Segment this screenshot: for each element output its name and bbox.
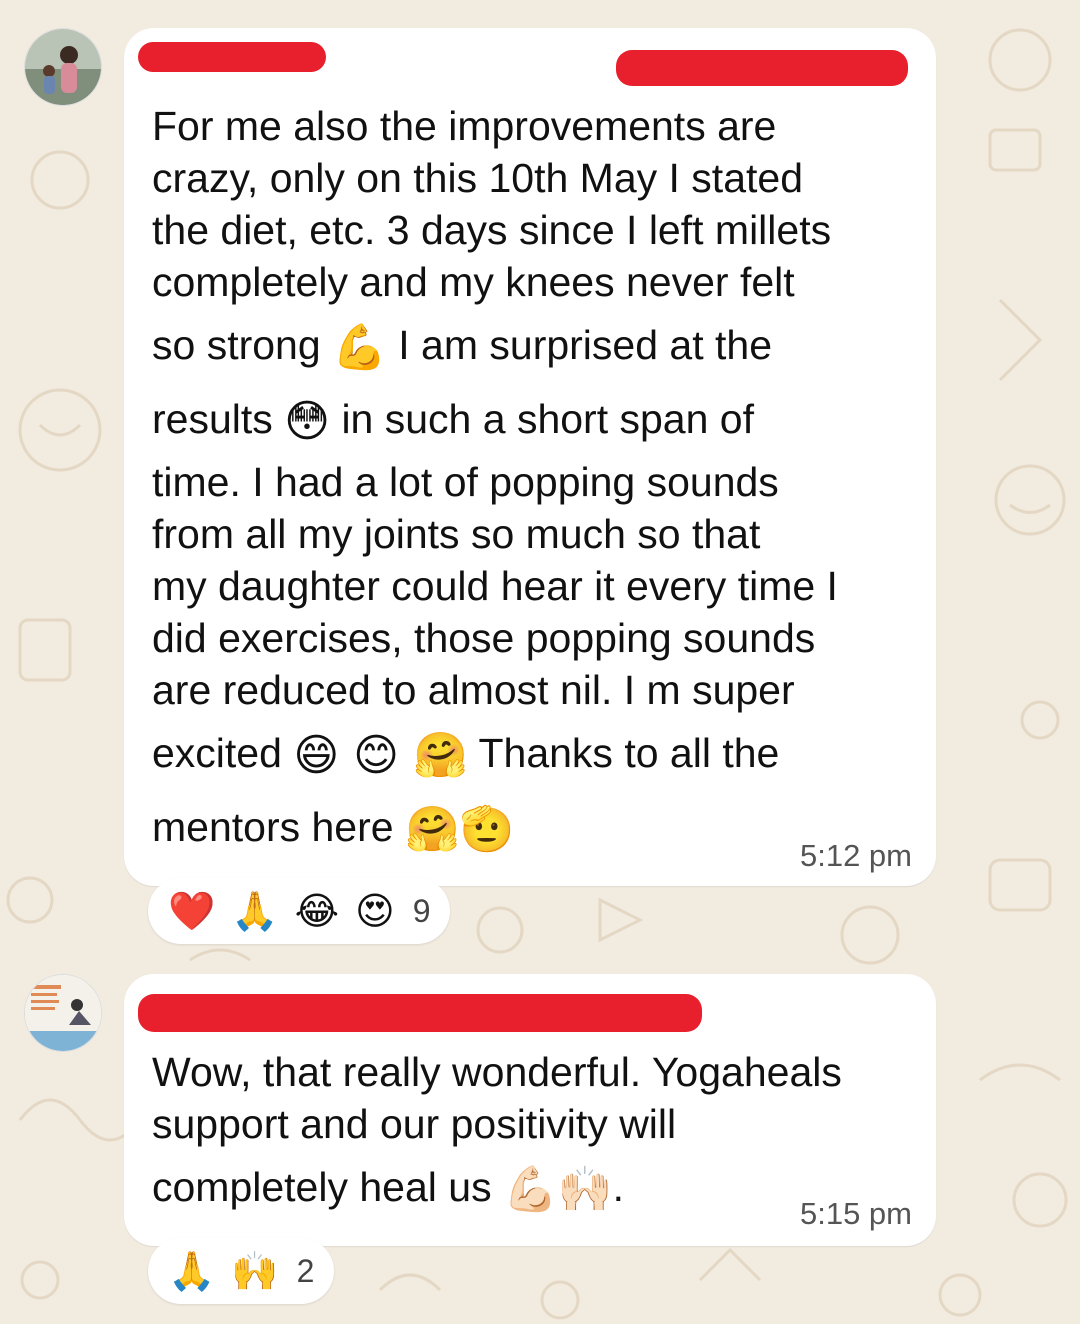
heart-eyes-reaction-icon: 😍 — [355, 889, 395, 933]
text-line: did exercises, those popping sounds — [152, 615, 816, 661]
sender-avatar[interactable] — [24, 28, 102, 106]
message-bubble[interactable]: For me also the improvements are crazy, … — [124, 28, 936, 886]
reactions-bar[interactable]: 🙏 🙌 2 — [148, 1238, 335, 1304]
flushed-face-emoji: 😳 — [284, 396, 331, 448]
tears-of-joy-reaction-icon: 😂 — [294, 889, 340, 933]
text-line: results 😳 in such a short span of — [152, 396, 754, 448]
text-line: For me also the improvements are — [152, 103, 777, 149]
redacted-sender-name — [138, 994, 702, 1032]
hugging-salute-emoji: 🤗🫡 — [404, 804, 515, 856]
text-line: time. I had a lot of popping sounds — [152, 459, 779, 505]
message-timestamp: 5:12 pm — [799, 838, 912, 873]
text-line: completely and my knees never felt — [152, 259, 795, 305]
text-line: support and our positivity will — [152, 1101, 677, 1147]
reaction-count: 9 — [412, 892, 431, 929]
avatar-photo — [25, 29, 101, 105]
message-bubble[interactable]: Wow, that really wonderful. Yogaheals su… — [124, 974, 936, 1246]
heart-reaction-icon: ❤️ — [168, 888, 216, 933]
text-line: my daughter could hear it every time I — [152, 563, 838, 609]
redacted-sender-name — [138, 42, 326, 72]
smiling-faces-emoji: 😄 😊 🤗 — [293, 730, 468, 782]
text-line: are reduced to almost nil. I m super — [152, 667, 795, 713]
message-text: For me also the improvements are crazy, … — [152, 100, 922, 864]
text-line: crazy, only on this 10th May I stated — [152, 155, 803, 201]
text-line: Wow, that really wonderful. Yogaheals — [152, 1049, 842, 1095]
folded-hands-reaction-icon: 🙏 — [231, 888, 279, 933]
biceps-raised-hands-emoji: 💪🏻🙌🏻 — [502, 1164, 613, 1216]
text-line: from all my joints so much so that — [152, 511, 761, 557]
reactions-bar[interactable]: ❤️ 🙏 😂 😍 9 — [148, 878, 451, 944]
text-line: so strong 💪 I am surprised at the — [152, 322, 772, 374]
sender-avatar[interactable] — [24, 974, 102, 1052]
redacted-sender-phone — [616, 50, 908, 86]
reaction-count: 2 — [296, 1252, 315, 1289]
flexed-biceps-emoji: 💪 — [332, 322, 387, 374]
avatar-photo — [25, 975, 101, 1051]
message-timestamp: 5:15 pm — [799, 1196, 912, 1231]
raised-hands-reaction-icon: 🙌 — [231, 1248, 279, 1293]
folded-hands-reaction-icon: 🙏 — [168, 1248, 216, 1293]
text-line: the diet, etc. 3 days since I left mille… — [152, 207, 832, 253]
text-line: excited 😄 😊 🤗 Thanks to all the — [152, 730, 780, 782]
